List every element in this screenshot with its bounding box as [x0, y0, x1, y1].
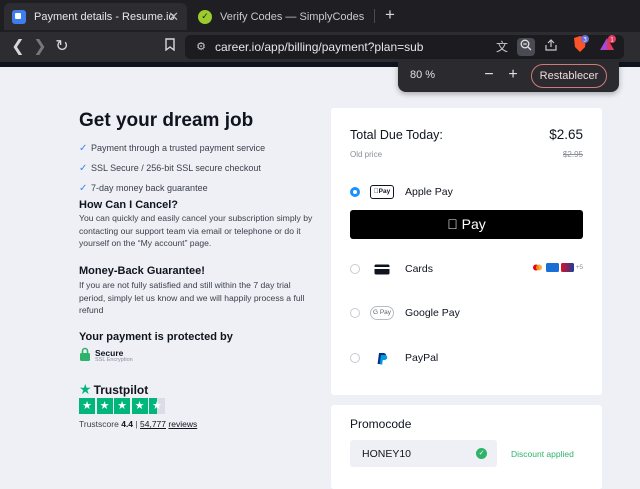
more-cards-count: +5: [575, 264, 583, 271]
check-icon: ✓: [79, 162, 88, 174]
star-icon: ★: [131, 398, 148, 414]
trustpilot-logo: ★ Trustpilot: [79, 381, 149, 397]
google-pay-icon: G Pay: [370, 305, 394, 321]
zoom-reset-button[interactable]: Restablecer: [531, 64, 607, 88]
trustpilot-rating-stars: ★ ★ ★ ★ ★: [79, 398, 167, 414]
payment-option-cards[interactable]: Cards +5: [350, 260, 583, 278]
benefit-item: ✓ Payment through a trusted payment servi…: [79, 142, 266, 154]
close-tab-icon[interactable]: ✕: [168, 9, 179, 25]
secure-subtitle: SSL Encryption: [95, 357, 133, 363]
total-due-value: $2.65: [549, 127, 583, 142]
star-icon: ★: [96, 398, 113, 414]
reviews-link[interactable]: reviews: [168, 419, 197, 429]
google-pay-radio[interactable]: [350, 308, 360, 318]
tab-payment-details[interactable]: Payment details - Resume.io ✕: [4, 3, 187, 30]
url-text[interactable]: career.io/app/billing/payment?plan=sub: [215, 39, 423, 55]
money-back-heading: Money-Back Guarantee!: [79, 265, 205, 277]
rewards-badge: 1: [610, 37, 614, 44]
zoom-popup: 80 % − + Restablecer: [398, 60, 619, 92]
brave-rewards-icon[interactable]: 1: [598, 35, 616, 53]
discount-status: Discount applied: [511, 449, 574, 459]
browser-toolbar: ❮ ❯ ↻ ⚙ career.io/app/billing/payment?pl…: [0, 32, 640, 62]
apple-pay-icon: Pay: [370, 184, 394, 200]
reviews-count-link[interactable]: 54,777: [140, 419, 166, 429]
zoom-level: 80 %: [410, 69, 436, 81]
address-bar[interactable]: ⚙ career.io/app/billing/payment?plan=sub…: [185, 35, 624, 59]
trustpilot-star-icon: ★: [79, 381, 92, 397]
promocode-input[interactable]: [350, 440, 497, 467]
tab-separator: [374, 9, 375, 23]
tab-title: Payment details - Resume.io: [34, 10, 175, 23]
mastercard-icon: [532, 264, 542, 271]
payment-option-paypal[interactable]: PayPal: [350, 349, 583, 367]
benefit-item: ✓ SSL Secure / 256-bit SSL secure checkou…: [79, 162, 261, 174]
back-icon[interactable]: ❮: [8, 37, 28, 57]
promocode-label: Promocode: [350, 417, 412, 431]
money-back-text: If you are not fully satisfied and still…: [79, 280, 305, 315]
resume-favicon-icon: [12, 9, 26, 24]
half-star-icon: ★: [149, 398, 165, 414]
simplycodes-favicon-icon: ✓: [198, 9, 212, 24]
cancel-text: You can quickly and easily cancel your s…: [79, 213, 313, 248]
payment-option-google-pay[interactable]: G Pay Google Pay: [350, 304, 583, 322]
zoom-in-button[interactable]: +: [504, 66, 522, 84]
payment-card: Total Due Today: $2.65 Old price $2.95 …: [331, 108, 602, 395]
old-price-label: Old price: [350, 150, 383, 159]
apple-pay-button[interactable]:  Pay: [350, 210, 583, 239]
translate-icon[interactable]: 文: [493, 38, 511, 56]
share-icon[interactable]: [542, 38, 560, 56]
lock-icon: [79, 347, 91, 361]
brave-badge: 3: [583, 37, 587, 44]
brave-shields-icon[interactable]: 3: [571, 35, 589, 53]
check-icon: ✓: [79, 142, 88, 154]
amex-icon: [545, 263, 559, 272]
benefits-list: ✓ Payment through a trusted payment servi…: [79, 138, 265, 198]
page-title: Get your dream job: [79, 110, 254, 131]
check-icon: ✓: [79, 182, 88, 194]
apple-pay-radio[interactable]: [350, 187, 360, 197]
tab-verify-codes[interactable]: ✓ Verify Codes — SimplyCodes: [192, 3, 372, 30]
zoom-icon[interactable]: [517, 38, 535, 56]
site-settings-icon[interactable]: ⚙: [193, 39, 209, 55]
check-circle-icon: ✓: [476, 448, 487, 459]
paypal-icon: [370, 350, 394, 366]
reload-icon[interactable]: ↻: [52, 37, 72, 57]
tab-bar: Payment details - Resume.io ✕ ✓ Verify C…: [0, 0, 640, 32]
forward-icon[interactable]: ❯: [30, 37, 50, 57]
promocode-card: Promocode ✓ Discount applied: [331, 405, 602, 489]
paypal-radio[interactable]: [350, 353, 360, 363]
card-brand-logos: +5: [529, 263, 583, 272]
cards-radio[interactable]: [350, 264, 360, 274]
trustscore: Trustscore 4.4 | 54,777 reviews: [79, 419, 198, 429]
old-price-value: $2.95: [562, 150, 583, 159]
card-icon: [370, 261, 394, 277]
new-tab-button[interactable]: +: [380, 5, 400, 25]
cancel-heading: How Can I Cancel?: [79, 199, 179, 211]
payment-option-apple-pay[interactable]: Pay Apple Pay: [350, 183, 583, 201]
protected-heading: Your payment is protected by: [79, 331, 233, 343]
star-icon: ★: [79, 398, 95, 414]
bookmark-icon[interactable]: [160, 37, 180, 57]
zoom-out-button[interactable]: −: [480, 66, 498, 84]
tab-title: Verify Codes — SimplyCodes: [220, 10, 365, 23]
unionpay-icon: [560, 263, 574, 272]
total-due-label: Total Due Today:: [350, 128, 443, 142]
star-icon: ★: [114, 398, 130, 414]
benefit-item: ✓ 7-day money back guarantee: [79, 182, 208, 194]
